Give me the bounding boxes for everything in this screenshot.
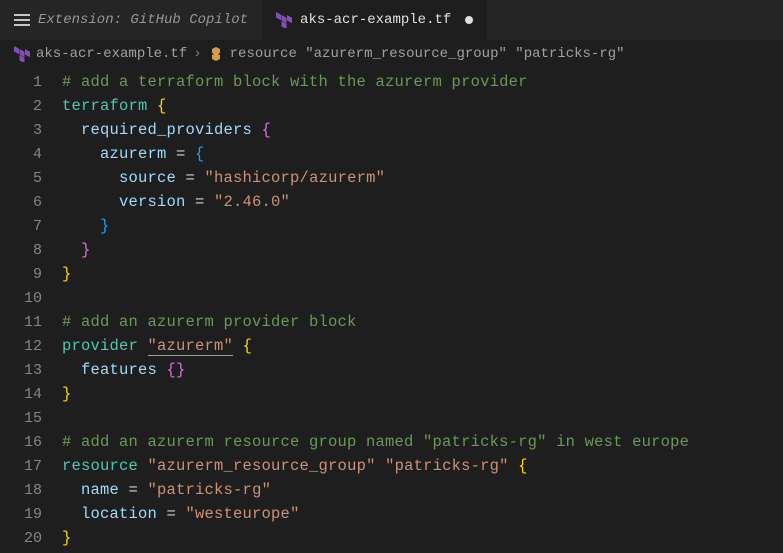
line-number: 13: [0, 362, 62, 379]
line-number: 6: [0, 194, 62, 211]
code-line: 20}: [0, 526, 783, 550]
code-line: 13 features {}: [0, 358, 783, 382]
code-line: 7 }: [0, 214, 783, 238]
breadcrumb[interactable]: aks-acr-example.tf › resource "azurerm_r…: [0, 40, 783, 68]
line-number: 4: [0, 146, 62, 163]
code-line: 15: [0, 406, 783, 430]
code-editor[interactable]: 1# add a terraform block with the azurer…: [0, 68, 783, 550]
tab-label: aks-acr-example.tf: [300, 12, 451, 28]
code-line: 14}: [0, 382, 783, 406]
line-number: 3: [0, 122, 62, 139]
line-number: 18: [0, 482, 62, 499]
line-number: 17: [0, 458, 62, 475]
code-line: 17resource "azurerm_resource_group" "pat…: [0, 454, 783, 478]
breadcrumb-symbol: resource "azurerm_resource_group" "patri…: [230, 46, 625, 62]
line-number: 5: [0, 170, 62, 187]
tab-extension-copilot[interactable]: Extension: GitHub Copilot: [0, 0, 262, 40]
tab-bar: Extension: GitHub Copilot aks-acr-exampl…: [0, 0, 783, 40]
code-line: 12provider "azurerm" {: [0, 334, 783, 358]
line-number: 9: [0, 266, 62, 283]
line-number: 7: [0, 218, 62, 235]
line-number: 1: [0, 74, 62, 91]
code-line: 2terraform {: [0, 94, 783, 118]
line-number: 8: [0, 242, 62, 259]
code-line: 19 location = "westeurope": [0, 502, 783, 526]
line-number: 2: [0, 98, 62, 115]
code-line: 3 required_providers {: [0, 118, 783, 142]
line-number: 10: [0, 290, 62, 307]
line-number: 12: [0, 338, 62, 355]
code-line: 11# add an azurerm provider block: [0, 310, 783, 334]
code-line: 8 }: [0, 238, 783, 262]
line-number: 16: [0, 434, 62, 451]
line-number: 14: [0, 386, 62, 403]
code-line: 4 azurerm = {: [0, 142, 783, 166]
menu-icon: [14, 14, 30, 26]
tab-label: Extension: GitHub Copilot: [38, 12, 248, 28]
line-number: 11: [0, 314, 62, 331]
code-line: 5 source = "hashicorp/azurerm": [0, 166, 783, 190]
code-line: 18 name = "patricks-rg": [0, 478, 783, 502]
line-number: 19: [0, 506, 62, 523]
code-line: 1# add a terraform block with the azurer…: [0, 70, 783, 94]
code-line: 6 version = "2.46.0": [0, 190, 783, 214]
breadcrumb-file: aks-acr-example.tf: [36, 46, 187, 62]
terraform-icon: [276, 12, 292, 28]
line-number: 15: [0, 410, 62, 427]
chevron-right-icon: ›: [193, 46, 201, 62]
code-line: 9}: [0, 262, 783, 286]
terraform-icon: [14, 46, 30, 62]
code-line: 16# add an azurerm resource group named …: [0, 430, 783, 454]
symbol-icon: [208, 46, 224, 62]
line-number: 20: [0, 530, 62, 547]
code-line: 10: [0, 286, 783, 310]
tab-aks-acr-example[interactable]: aks-acr-example.tf: [262, 0, 487, 40]
modified-indicator-icon: [465, 16, 473, 24]
